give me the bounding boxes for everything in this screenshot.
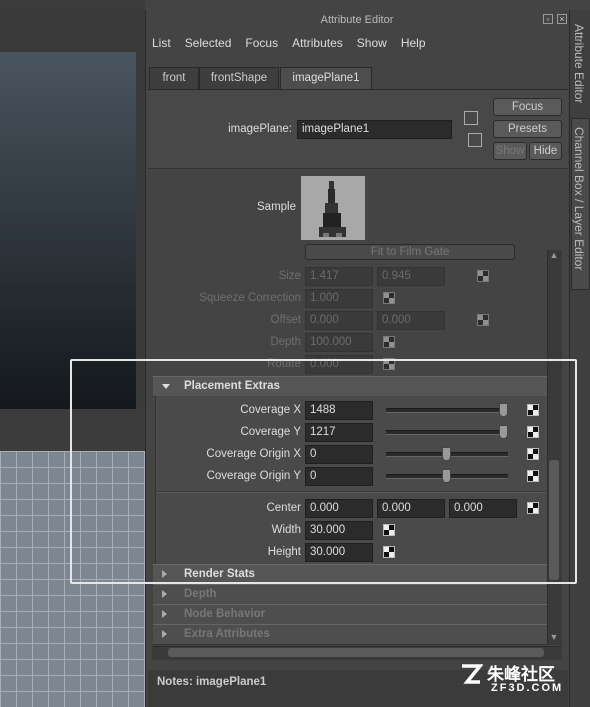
watermark-site: ZF3D.COM (491, 682, 564, 694)
sample-label: Sample (257, 201, 296, 213)
section-node-behavior[interactable]: Node Behavior (153, 604, 547, 625)
menu-show[interactable]: Show (357, 36, 387, 50)
section-title: Node Behavior (184, 608, 266, 620)
offset-label: Offset (270, 314, 301, 326)
size-map-icon[interactable] (477, 270, 489, 282)
select-input-icon[interactable] (464, 111, 478, 125)
fit-to-film-gate-button[interactable]: Fit to Film Gate (305, 244, 515, 260)
depth-label: Depth (270, 336, 301, 348)
depth-map-icon[interactable] (383, 336, 395, 348)
expand-right-icon (162, 610, 167, 618)
sample-tower-image (319, 181, 346, 237)
expand-right-icon (162, 590, 167, 598)
tab-imageplane1[interactable]: imagePlane1 (280, 67, 372, 89)
section-title: Depth (184, 588, 217, 600)
offset-map-icon[interactable] (477, 314, 489, 326)
show-button[interactable]: Show (493, 142, 527, 160)
horizontal-scrollbar-thumb[interactable] (168, 648, 544, 657)
side-tab-attribute-editor[interactable]: Attribute Editor (572, 24, 586, 103)
size-x-field[interactable]: 1.417 (305, 267, 373, 286)
menu-selected[interactable]: Selected (185, 36, 232, 50)
menu-attributes[interactable]: Attributes (292, 36, 343, 50)
viewport-camera-view[interactable] (0, 52, 136, 409)
hide-button[interactable]: Hide (529, 142, 562, 160)
size-y-field[interactable]: 0.945 (377, 267, 445, 286)
window-title: Attribute Editor (320, 14, 394, 26)
squeeze-correction-label: Squeeze Correction (199, 292, 301, 304)
squeeze-map-icon[interactable] (383, 292, 395, 304)
section-extra-attributes[interactable]: Extra Attributes (153, 624, 547, 645)
notes-label: Notes: imagePlane1 (157, 676, 267, 688)
scroll-up-icon[interactable]: ▲ (549, 250, 559, 260)
highlight-frame (70, 359, 577, 584)
depth-field[interactable]: 100.000 (305, 333, 373, 352)
offset-y-field[interactable]: 0.000 (377, 311, 445, 330)
menu-focus[interactable]: Focus (245, 36, 278, 50)
focus-button[interactable]: Focus (493, 98, 562, 116)
watermark-logo-icon (459, 662, 484, 686)
offset-x-field[interactable]: 0.000 (305, 311, 373, 330)
node-tabs: front frontShape imagePlane1 (148, 67, 568, 90)
size-label: Size (278, 270, 301, 282)
menu-list[interactable]: List (152, 36, 171, 50)
menu-bar: List Selected Focus Attributes Show Help (152, 36, 440, 50)
select-output-icon[interactable] (468, 133, 482, 147)
close-window-icon[interactable]: × (557, 14, 567, 24)
section-depth[interactable]: Depth (153, 584, 547, 605)
node-name-field[interactable]: imagePlane1 (297, 120, 452, 139)
float-window-icon[interactable]: ▫ (543, 14, 553, 24)
tab-frontshape[interactable]: frontShape (199, 67, 279, 89)
scroll-down-icon[interactable]: ▼ (549, 632, 559, 642)
squeeze-correction-field[interactable]: 1.000 (305, 289, 373, 308)
node-type-label: imagePlane: (228, 123, 292, 135)
sample-swatch (301, 176, 365, 240)
side-tab-channel-box[interactable]: Channel Box / Layer Editor (572, 127, 586, 270)
menu-help[interactable]: Help (401, 36, 426, 50)
expand-right-icon (162, 630, 167, 638)
presets-button[interactable]: Presets (493, 120, 562, 138)
viewport-top-bar (0, 0, 145, 10)
section-title: Extra Attributes (184, 628, 270, 640)
tab-front[interactable]: front (149, 67, 199, 89)
